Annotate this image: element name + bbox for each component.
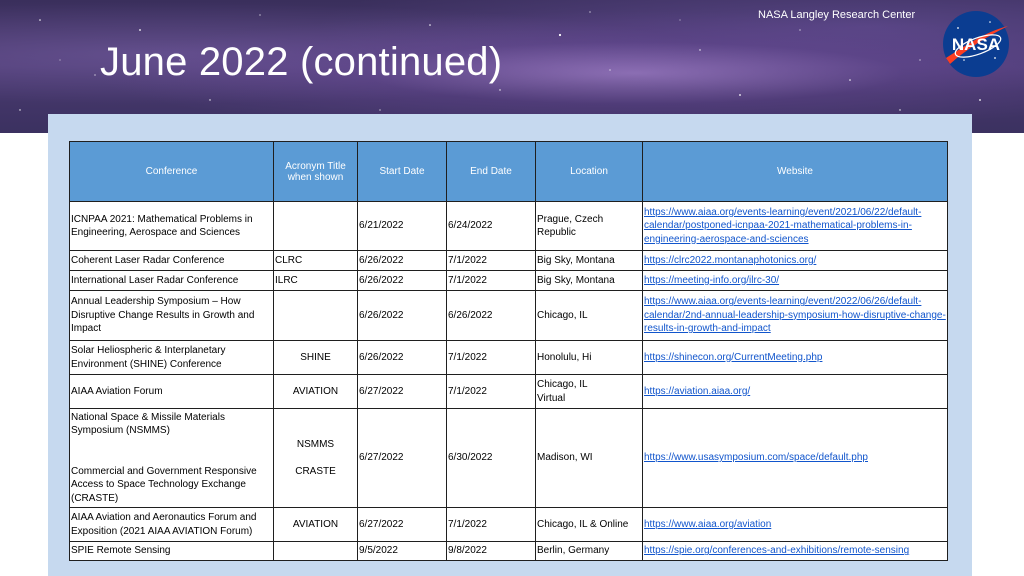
website-link[interactable]: https://spie.org/conferences-and-exhibit…	[644, 545, 909, 556]
conference-line-2: Commercial and Government Responsive Acc…	[71, 465, 257, 504]
cell-website: https://www.usasymposium.com/space/defau…	[642, 408, 948, 508]
cell-conference: AIAA Aviation and Aeronautics Forum and …	[69, 507, 274, 542]
conference-line-1: National Space & Missile Materials Sympo…	[71, 411, 225, 437]
table-row: Solar Heliospheric & Interplanetary Envi…	[69, 340, 948, 375]
cell-acronym	[273, 290, 358, 341]
location-line-2: Virtual	[537, 392, 566, 404]
cell-acronym: AVIATION	[273, 507, 358, 542]
cell-location: Chicago, IL	[535, 290, 643, 341]
table-row: Coherent Laser Radar Conference CLRC 6/2…	[69, 250, 948, 271]
cell-end-date: 6/30/2022	[446, 408, 536, 508]
cell-start-date: 6/27/2022	[357, 408, 447, 508]
header-end-date: End Date	[446, 141, 536, 202]
acronym-line-1: NSMMS	[296, 439, 335, 450]
cell-conference: National Space & Missile Materials Sympo…	[69, 408, 274, 508]
website-link[interactable]: https://clrc2022.montanaphotonics.org/	[644, 255, 816, 266]
cell-start-date: 6/26/2022	[357, 340, 447, 375]
table-row: ICNPAA 2021: Mathematical Problems in En…	[69, 201, 948, 251]
cell-conference: SPIE Remote Sensing	[69, 541, 274, 561]
cell-acronym	[273, 201, 358, 251]
acronym-line-2: CRASTE	[295, 465, 336, 477]
cell-conference: Annual Leadership Symposium – How Disrup…	[69, 290, 274, 341]
cell-end-date: 7/1/2022	[446, 507, 536, 542]
website-link[interactable]: https://www.aiaa.org/events-learning/eve…	[644, 296, 946, 334]
header-acronym: Acronym Title when shown	[273, 141, 358, 202]
cell-end-date: 7/1/2022	[446, 340, 536, 375]
cell-website: https://www.aiaa.org/events-learning/eve…	[642, 201, 948, 251]
cell-start-date: 6/27/2022	[357, 507, 447, 542]
cell-acronym: ILRC	[273, 270, 358, 291]
header-start-date: Start Date	[357, 141, 447, 202]
cell-end-date: 6/26/2022	[446, 290, 536, 341]
cell-location: Chicago, IL Virtual	[535, 374, 643, 409]
cell-website: https://www.aiaa.org/aviation	[642, 507, 948, 542]
cell-website: https://www.aiaa.org/events-learning/eve…	[642, 290, 948, 341]
cell-website: https://clrc2022.montanaphotonics.org/	[642, 250, 948, 271]
cell-acronym	[273, 541, 358, 561]
table-row: National Space & Missile Materials Sympo…	[69, 408, 948, 508]
cell-conference: ICNPAA 2021: Mathematical Problems in En…	[69, 201, 274, 251]
nasa-logo-text: NASA	[952, 35, 1000, 54]
table-header-row: Conference Acronym Title when shown Star…	[69, 141, 948, 202]
cell-website: https://meeting-info.org/ilrc-30/	[642, 270, 948, 291]
cell-end-date: 6/24/2022	[446, 201, 536, 251]
cell-end-date: 9/8/2022	[446, 541, 536, 561]
cell-location: Big Sky, Montana	[535, 250, 643, 271]
website-link[interactable]: https://shinecon.org/CurrentMeeting.php	[644, 352, 822, 363]
table-row: International Laser Radar Conference ILR…	[69, 270, 948, 291]
cell-location: Chicago, IL & Online	[535, 507, 643, 542]
cell-conference: AIAA Aviation Forum	[69, 374, 274, 409]
cell-acronym: AVIATION	[273, 374, 358, 409]
cell-location: Madison, WI	[535, 408, 643, 508]
table-row: SPIE Remote Sensing 9/5/2022 9/8/2022 Be…	[69, 541, 948, 561]
table-row: AIAA Aviation and Aeronautics Forum and …	[69, 507, 948, 542]
cell-start-date: 6/26/2022	[357, 290, 447, 341]
cell-acronym: NSMMS CRASTE	[273, 408, 358, 508]
cell-acronym: CLRC	[273, 250, 358, 271]
cell-website: https://spie.org/conferences-and-exhibit…	[642, 541, 948, 561]
table-row: Annual Leadership Symposium – How Disrup…	[69, 290, 948, 341]
website-link[interactable]: https://www.aiaa.org/events-learning/eve…	[644, 207, 921, 245]
cell-start-date: 6/26/2022	[357, 250, 447, 271]
cell-conference: Solar Heliospheric & Interplanetary Envi…	[69, 340, 274, 375]
cell-end-date: 7/1/2022	[446, 374, 536, 409]
website-link[interactable]: https://meeting-info.org/ilrc-30/	[644, 275, 779, 286]
header-website: Website	[642, 141, 948, 202]
cell-conference: International Laser Radar Conference	[69, 270, 274, 291]
cell-end-date: 7/1/2022	[446, 250, 536, 271]
table-row: AIAA Aviation Forum AVIATION 6/27/2022 7…	[69, 374, 948, 409]
cell-location: Big Sky, Montana	[535, 270, 643, 291]
website-link[interactable]: https://www.usasymposium.com/space/defau…	[644, 452, 868, 463]
cell-start-date: 9/5/2022	[357, 541, 447, 561]
website-link[interactable]: https://www.aiaa.org/aviation	[644, 519, 771, 530]
cell-website: https://aviation.aiaa.org/	[642, 374, 948, 409]
nasa-logo-icon: NASA	[943, 11, 1009, 77]
cell-start-date: 6/27/2022	[357, 374, 447, 409]
cell-end-date: 7/1/2022	[446, 270, 536, 291]
location-line-1: Chicago, IL	[537, 379, 588, 390]
cell-start-date: 6/21/2022	[357, 201, 447, 251]
cell-location: Prague, Czech Republic	[535, 201, 643, 251]
cell-location: Honolulu, Hi	[535, 340, 643, 375]
page-title: June 2022 (continued)	[100, 40, 503, 84]
website-link[interactable]: https://aviation.aiaa.org/	[644, 386, 750, 397]
cell-website: https://shinecon.org/CurrentMeeting.php	[642, 340, 948, 375]
header-conference: Conference	[69, 141, 274, 202]
cell-acronym: SHINE	[273, 340, 358, 375]
header-location: Location	[535, 141, 643, 202]
organization-name: NASA Langley Research Center	[758, 9, 916, 21]
cell-start-date: 6/26/2022	[357, 270, 447, 291]
cell-conference: Coherent Laser Radar Conference	[69, 250, 274, 271]
cell-location: Berlin, Germany	[535, 541, 643, 561]
conference-table: Conference Acronym Title when shown Star…	[69, 141, 948, 561]
